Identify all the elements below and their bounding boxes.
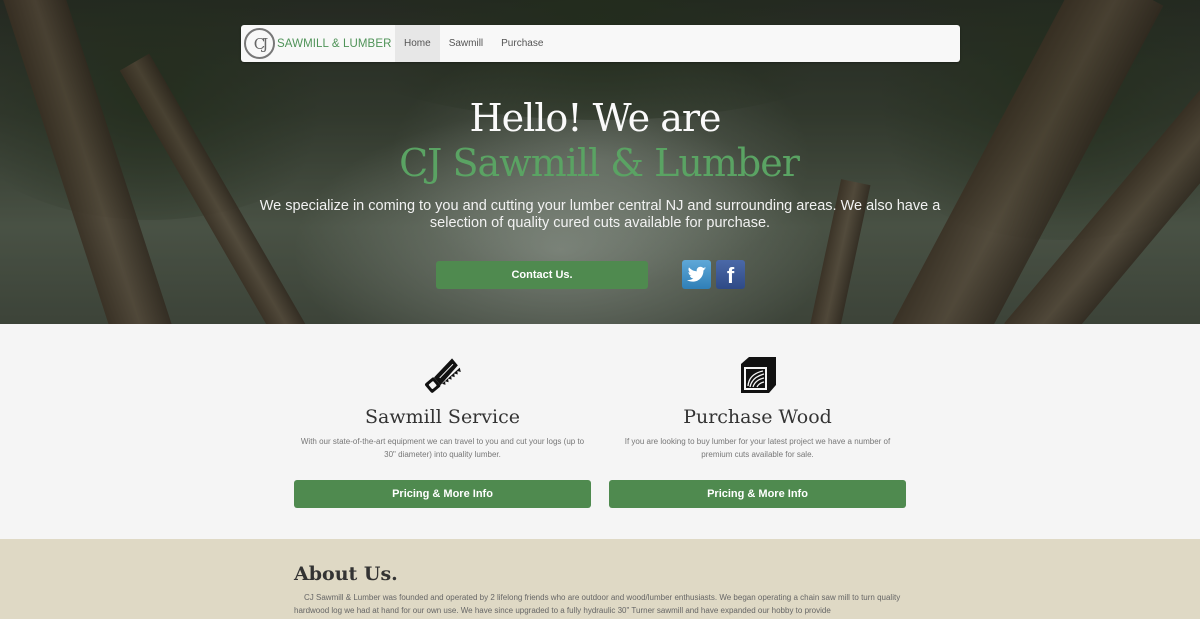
facebook-icon: f [726,263,735,288]
about-section: About Us. CJ Sawmill & Lumber was founde… [0,539,1200,619]
services-section: Sawmill Service With our state-of-the-ar… [0,324,1200,539]
navbar: CJ SAWMILL & LUMBER Home Sawmill Purchas… [241,25,960,62]
service-description: If you are looking to buy lumber for you… [624,437,891,459]
nav-item-purchase[interactable]: Purchase [492,25,552,62]
brand-text: SAWMILL & LUMBER [277,37,392,50]
service-title: Purchase Wood [683,406,832,428]
hero-lead: We specialize in coming to you and cutti… [259,198,941,231]
logo-icon: CJ [244,28,275,59]
facebook-button[interactable]: f [716,260,745,289]
about-text: CJ Sawmill & Lumber was founded and oper… [294,593,901,615]
brand-link[interactable]: CJ SAWMILL & LUMBER [241,25,395,62]
pricing-button-purchase[interactable]: Pricing & More Info [609,480,906,508]
nav-item-home[interactable]: Home [395,25,440,62]
twitter-icon [686,266,706,282]
nav-item-sawmill[interactable]: Sawmill [440,25,492,62]
twitter-button[interactable] [682,260,711,289]
hero-company-name: CJ Sawmill & Lumber [399,141,800,185]
contact-button[interactable]: Contact Us. [436,261,648,289]
saw-icon [425,358,461,393]
hero-section: CJ SAWMILL & LUMBER Home Sawmill Purchas… [0,0,1200,324]
pricing-button-sawmill[interactable]: Pricing & More Info [294,480,591,508]
service-title: Sawmill Service [365,406,520,428]
service-description: With our state-of-the-art equipment we c… [300,437,585,459]
about-title: About Us. [294,563,398,585]
hero-heading: Hello! We are [469,96,722,140]
wood-log-icon [741,357,776,393]
